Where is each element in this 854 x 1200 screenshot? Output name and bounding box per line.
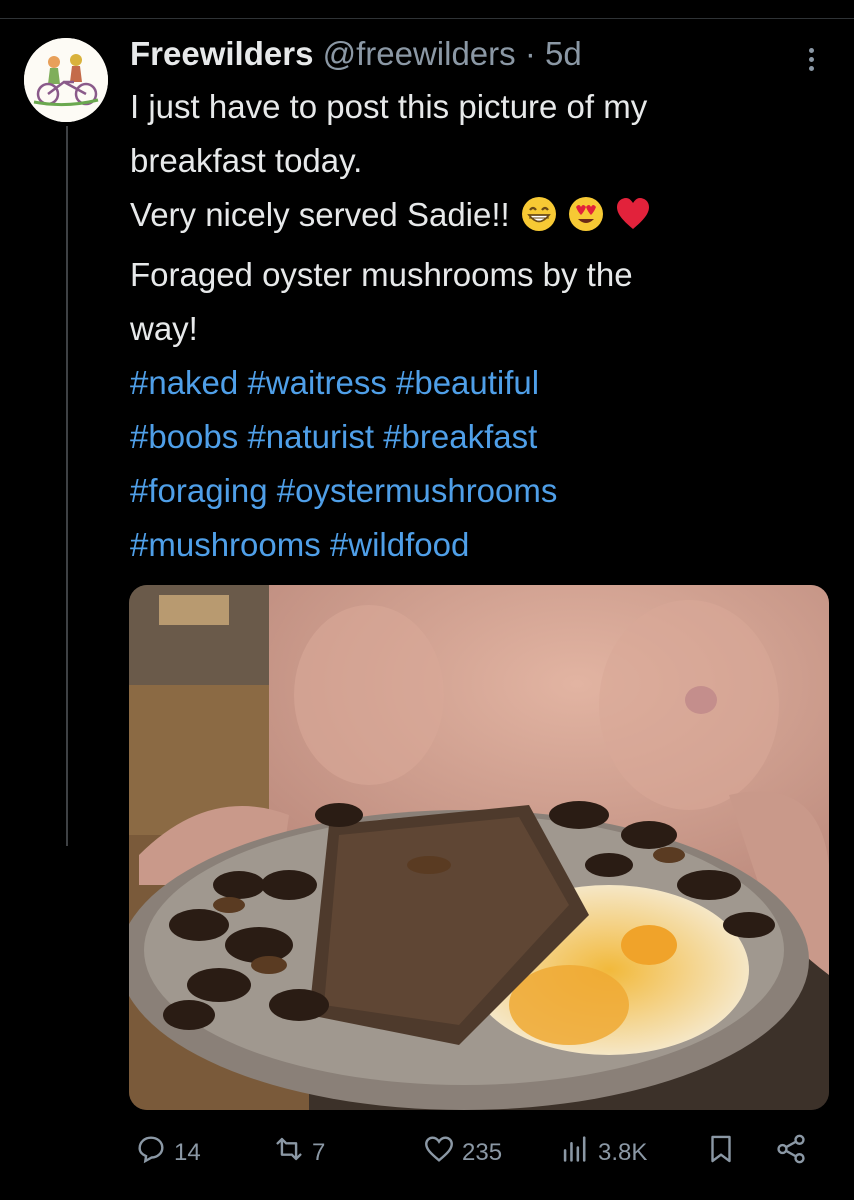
repost-count: 7 xyxy=(312,1138,326,1166)
separator-dot: · xyxy=(524,35,536,72)
hashtag-link[interactable]: #foraging xyxy=(130,472,268,509)
share-icon xyxy=(774,1132,808,1173)
text-line: breakfast today. xyxy=(130,142,363,179)
avatar-image xyxy=(24,38,108,122)
speech-bubble-icon xyxy=(134,1132,168,1173)
hashtag-link[interactable]: #waitress xyxy=(247,364,386,401)
like-count: 235 xyxy=(462,1138,503,1166)
hashtag-link[interactable]: #wildfood xyxy=(330,526,469,563)
post-header: Freewilders @freewilders · 5d xyxy=(130,34,582,74)
grinning-face-emoji-icon xyxy=(521,194,557,248)
hashtag-link[interactable]: #mushrooms xyxy=(130,526,321,563)
view-count: 3.8K xyxy=(598,1138,648,1166)
reply-button[interactable]: 14 xyxy=(134,1132,201,1173)
text-line: I just have to post this picture of my xyxy=(130,88,648,125)
hashtag-line: #naked #waitress #beautiful xyxy=(130,356,820,410)
text-segment: Very nicely served Sadie!! xyxy=(130,196,510,233)
hashtag-link[interactable]: #boobs xyxy=(130,418,238,455)
bookmark-icon xyxy=(704,1132,738,1173)
text-line: Foraged oyster mushrooms by the xyxy=(130,256,633,293)
thread-line xyxy=(66,126,68,846)
reply-count: 14 xyxy=(174,1138,201,1166)
like-button[interactable]: 235 xyxy=(422,1132,502,1173)
hashtag-line: #boobs #naturist #breakfast xyxy=(130,410,820,464)
post-age[interactable]: 5d xyxy=(545,35,582,72)
hashtag-link[interactable]: #oystermushrooms xyxy=(277,472,558,509)
red-heart-emoji-icon xyxy=(615,194,651,248)
author-name[interactable]: Freewilders xyxy=(130,35,313,72)
heart-eyes-emoji-icon xyxy=(568,194,604,248)
breakfast-plate-image xyxy=(129,585,829,1110)
hashtag-link[interactable]: #naturist xyxy=(247,418,374,455)
hashtag-link[interactable]: #naked xyxy=(130,364,238,401)
repost-arrows-icon xyxy=(272,1132,306,1173)
post-image[interactable] xyxy=(129,585,829,1110)
top-divider xyxy=(0,18,854,19)
bookmark-button[interactable] xyxy=(704,1132,738,1173)
more-vertical-icon[interactable] xyxy=(796,44,826,84)
author-handle[interactable]: @freewilders xyxy=(323,35,516,72)
hashtag-link[interactable]: #breakfast xyxy=(383,418,537,455)
repost-button[interactable]: 7 xyxy=(272,1132,325,1173)
heart-icon xyxy=(422,1132,456,1173)
hashtag-line: #foraging #oystermushrooms xyxy=(130,464,820,518)
bar-chart-icon xyxy=(558,1132,592,1173)
avatar[interactable] xyxy=(24,38,108,122)
action-bar: 14 7 235 3.8K xyxy=(0,1124,854,1180)
hashtag-line: #mushrooms #wildfood xyxy=(130,518,820,572)
share-button[interactable] xyxy=(774,1132,808,1173)
text-line: Very nicely served Sadie!! xyxy=(130,188,820,248)
views-button[interactable]: 3.8K xyxy=(558,1132,647,1173)
post-text: I just have to post this picture of my b… xyxy=(130,80,820,572)
text-line: way! xyxy=(130,310,198,347)
hashtag-link[interactable]: #beautiful xyxy=(396,364,539,401)
